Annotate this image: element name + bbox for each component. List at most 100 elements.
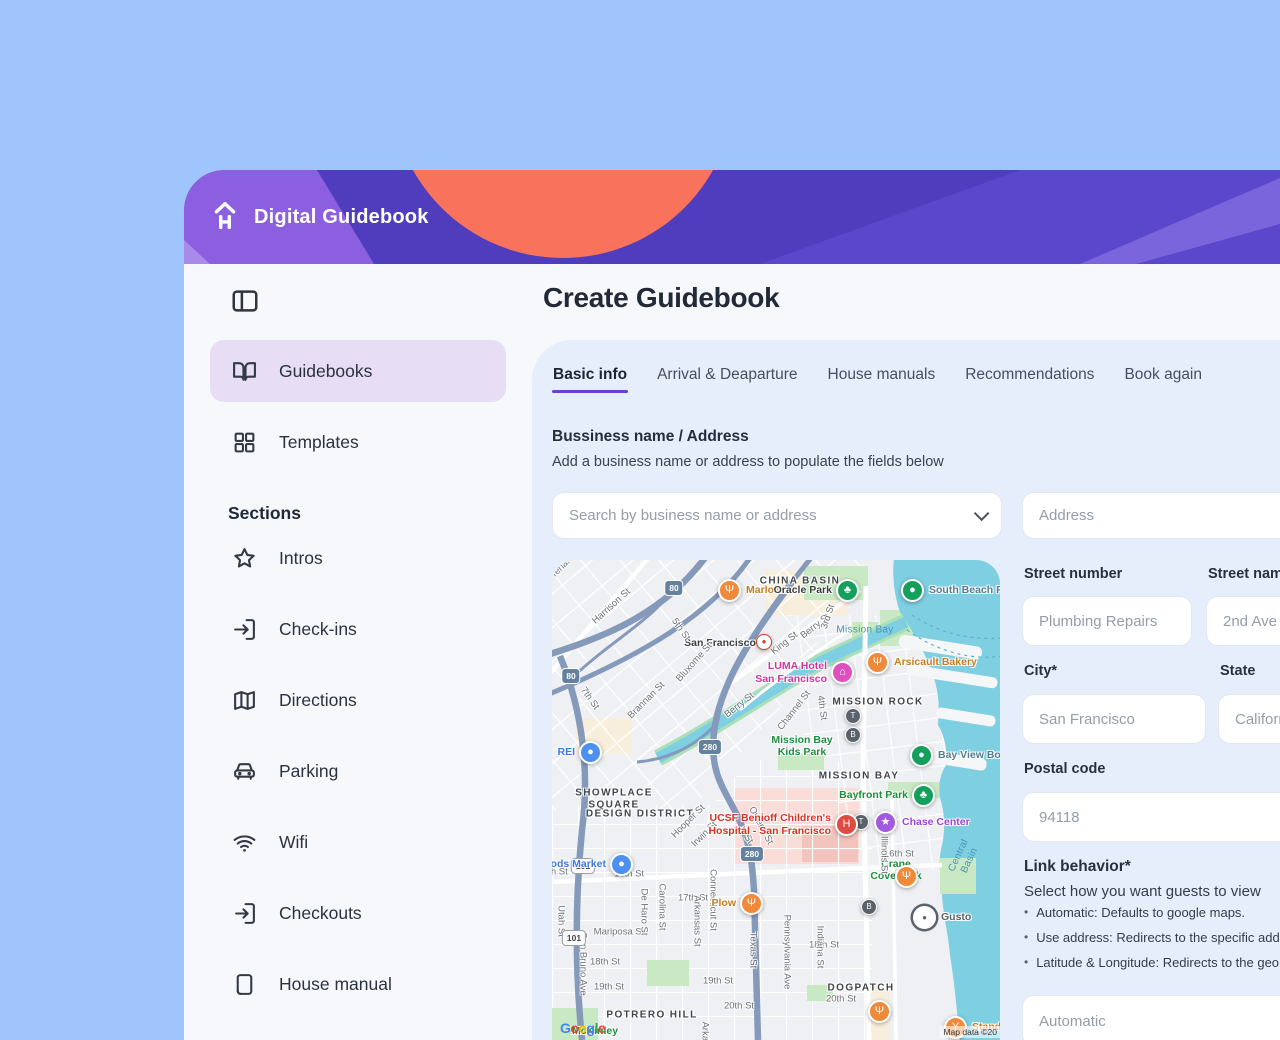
tab-recommendations[interactable]: Recommendations [965, 366, 1094, 393]
map-pin[interactable]: ● REI [579, 741, 602, 764]
poi-label: Oracle Park [774, 584, 832, 596]
sidebar-item-check-ins[interactable]: Check-ins [210, 609, 506, 649]
link-behavior-options-list: Automatic: Defaults to google maps.Use a… [1024, 900, 1280, 975]
highway-shield: 101 [562, 930, 586, 946]
poi-pin-icon: Ψ [866, 651, 889, 674]
link-behavior-select[interactable] [1022, 995, 1280, 1040]
map-pin[interactable]: ♣ Bayfront Park [912, 784, 935, 807]
street-name-field[interactable] [1206, 596, 1280, 646]
map-pin[interactable]: Ψ Arsicault Bakery [866, 651, 977, 674]
sidebar-item-directions[interactable]: Directions [210, 680, 506, 720]
poi-pin-icon: ♣ [836, 579, 859, 602]
sidebar-item-checkouts[interactable]: Checkouts [210, 893, 506, 933]
poi-pin-icon: T [845, 708, 861, 724]
sidebar-item-label: Templates [279, 432, 359, 453]
map-icon [232, 688, 257, 713]
map-pin[interactable]: ● oods Market [610, 853, 633, 876]
map-pin[interactable]: Ψ [895, 865, 923, 888]
sidebar-item-label: Check-ins [279, 619, 357, 640]
map-pin[interactable]: ★ Chase Center [874, 811, 970, 834]
poi-label: Plow [711, 897, 736, 909]
main-content: Create Guidebook Basic info Arrival & De… [532, 264, 1280, 1040]
street-name-label: Street name [1208, 566, 1280, 582]
highway-shield: 80 [664, 580, 683, 596]
business-search-select[interactable] [552, 492, 1002, 539]
highway-shield: 80 [561, 668, 580, 684]
log-out-icon [232, 901, 257, 926]
postal-code-field[interactable] [1022, 792, 1280, 842]
map-pin[interactable]: ⌂ LUMA Hotel San Francisco [831, 661, 854, 684]
poi-label: Chase Center [902, 816, 970, 828]
map-pin[interactable]: ● South Beach Fis [901, 579, 1000, 602]
poi-pin-icon: ● [579, 741, 602, 764]
address-input[interactable] [1023, 507, 1280, 524]
state-input[interactable] [1219, 711, 1280, 728]
star-icon [232, 546, 257, 571]
sidebar-item-label: House manual [279, 974, 392, 995]
highway-shield: 280 [740, 846, 764, 862]
business-search-input[interactable] [553, 507, 1001, 524]
poi-pin-icon: ● [756, 634, 772, 650]
poi-label: Gusto [941, 911, 971, 923]
city-field[interactable] [1022, 694, 1206, 744]
map-pin[interactable]: Ψ [868, 1000, 896, 1023]
sidebar-item-label: Wifi [279, 832, 308, 853]
map-pin[interactable]: ● Gusto [913, 906, 971, 929]
tab-arrival-departure[interactable]: Arrival & Deaparture [657, 366, 797, 393]
link-behavior-description: Select how you want guests to view [1024, 883, 1261, 900]
tab-book-again[interactable]: Book again [1124, 366, 1202, 393]
poi-pin-icon: Ψ [895, 865, 918, 888]
map-pin[interactable]: B [861, 899, 882, 915]
map-pin[interactable]: ● Bay View Boat C [910, 744, 1000, 767]
postal-code-input[interactable] [1023, 809, 1280, 826]
business-subheading: Add a business name or address to popula… [552, 454, 944, 470]
car-icon [232, 759, 257, 784]
poi-pin-icon: ● [901, 579, 924, 602]
sidebar-item-label: Directions [279, 690, 357, 711]
sidebar-item-label: Guidebooks [279, 361, 372, 382]
sidebar-item-intros[interactable]: Intros [210, 538, 506, 578]
sidebar-item-label: Checkouts [279, 903, 362, 924]
sidebar-item-templates[interactable]: Templates [210, 411, 506, 473]
tab-house-manuals[interactable]: House manuals [828, 366, 936, 393]
notebook-icon [232, 972, 257, 997]
sidebar: Guidebooks Templates Sections [184, 264, 532, 1040]
address-field[interactable] [1022, 492, 1280, 539]
sidebar-item-guidebooks[interactable]: Guidebooks [210, 340, 506, 402]
link-behavior-option: Use address: Redirects to the specific a… [1024, 925, 1280, 950]
city-label: City* [1024, 663, 1057, 679]
poi-pin-icon: ● [913, 906, 936, 929]
poi-label: REI [557, 746, 575, 758]
map-pin[interactable]: ● [756, 634, 777, 650]
poi-pin-icon: ⌂ [831, 661, 854, 684]
tab-basic-info[interactable]: Basic info [553, 366, 627, 393]
sidebar-item-label: Intros [279, 548, 323, 569]
street-number-input[interactable] [1023, 613, 1191, 630]
city-input[interactable] [1023, 711, 1205, 728]
map-canvas[interactable]: CHINA BASINMISSION ROCKMISSION BAYSHOWPL… [552, 560, 1000, 1040]
app-header: Digital Guidebook [184, 170, 1280, 264]
map-pin[interactable]: Ψ Plow [740, 892, 763, 915]
map-pin[interactable]: B [845, 727, 866, 743]
sidebar-item-parking[interactable]: Parking [210, 751, 506, 791]
book-open-icon [232, 359, 257, 384]
poi-label: oods Market [552, 858, 606, 870]
map-pin[interactable]: ♣ Oracle Park [836, 579, 859, 602]
sidebar-collapse-icon[interactable] [230, 286, 260, 316]
street-number-field[interactable] [1022, 596, 1192, 646]
link-behavior-option: Latitude & Longitude: Redirects to the g… [1024, 950, 1280, 975]
map-attribution: Map data ©20 [940, 1026, 1000, 1038]
poi-pin-icon: ● [910, 744, 933, 767]
state-field[interactable] [1218, 694, 1280, 744]
street-number-label: Street number [1024, 566, 1122, 582]
map-pin[interactable]: H UCSF Benioff Children's Hospital - San… [835, 813, 858, 836]
map-pin[interactable]: T [845, 708, 866, 724]
house-logo-icon [212, 200, 238, 235]
sidebar-item-wifi[interactable]: Wifi [210, 822, 506, 862]
link-behavior-input[interactable] [1023, 1013, 1280, 1030]
sidebar-item-house-manual[interactable]: House manual [210, 964, 506, 1004]
street-name-input[interactable] [1207, 613, 1280, 630]
poi-pin-icon: Ψ [740, 892, 763, 915]
poi-pin-icon: H [835, 813, 858, 836]
poi-label: UCSF Benioff Children's Hospital - San F… [708, 812, 831, 836]
